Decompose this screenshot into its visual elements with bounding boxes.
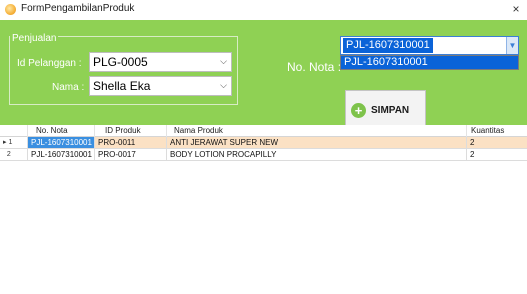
id-pelanggan-label: Id Pelanggan : <box>17 58 82 69</box>
cell-no-nota[interactable]: PJL-1607310001 <box>28 137 95 149</box>
produk-data-grid: No. Nota ID Produk Nama Produk Kuantitas… <box>0 125 527 294</box>
simpan-button[interactable]: + SIMPAN <box>345 90 426 128</box>
cell-id-produk[interactable]: PRO-0017 <box>95 149 167 161</box>
grid-header: No. Nota ID Produk Nama Produk Kuantitas <box>0 125 527 137</box>
column-header-nama-produk[interactable]: Nama Produk <box>167 125 467 137</box>
row-header[interactable]: 2 <box>0 149 28 161</box>
no-nota-selected-value: PJL-1607310001 <box>343 38 433 53</box>
window-title: FormPengambilanProduk <box>21 3 135 14</box>
column-header-kuantitas[interactable]: Kuantitas <box>467 125 527 137</box>
no-nota-option[interactable]: PJL-1607310001 <box>344 56 428 68</box>
cell-nama-produk[interactable]: ANTI JERAWAT SUPER NEW <box>167 137 467 149</box>
nama-label: Nama : <box>52 82 85 93</box>
no-nota-combobox[interactable]: PJL-1607310001 ▼ <box>340 36 519 55</box>
column-header-id-produk[interactable]: ID Produk <box>95 125 167 137</box>
id-pelanggan-value: PLG-0005 <box>93 55 148 69</box>
title-bar: FormPengambilanProduk × <box>0 0 527 20</box>
id-pelanggan-combobox[interactable]: PLG-0005 ⌵ <box>89 52 232 72</box>
simpan-button-label: SIMPAN <box>371 105 410 116</box>
no-nota-label: No. Nota : <box>287 60 342 74</box>
app-icon <box>5 4 16 15</box>
no-nota-dropdown-list: PJL-1607310001 <box>340 55 519 70</box>
penjualan-group-label: Penjualan <box>10 33 59 44</box>
nama-value: Shella Eka <box>93 79 151 93</box>
chevron-down-icon: ⌵ <box>220 80 227 90</box>
grid-corner-header <box>0 125 28 137</box>
cell-no-nota[interactable]: PJL-1607310001 <box>28 149 95 161</box>
cell-kuantitas[interactable]: 2 <box>467 149 527 161</box>
table-row[interactable]: ▸ 1 PJL-1607310001 PRO-0011 ANTI JERAWAT… <box>0 137 527 149</box>
cell-nama-produk[interactable]: BODY LOTION PROCAPILLY <box>167 149 467 161</box>
cell-kuantitas[interactable]: 2 <box>467 137 527 149</box>
column-header-no-nota[interactable]: No. Nota <box>28 125 95 137</box>
cell-id-produk[interactable]: PRO-0011 <box>95 137 167 149</box>
chevron-down-icon: ⌵ <box>220 56 227 66</box>
chevron-down-icon[interactable]: ▼ <box>506 37 518 54</box>
nama-combobox[interactable]: Shella Eka ⌵ <box>89 76 232 96</box>
plus-icon: + <box>351 103 366 118</box>
row-header[interactable]: ▸ 1 <box>0 137 28 149</box>
table-row[interactable]: 2 PJL-1607310001 PRO-0017 BODY LOTION PR… <box>0 149 527 161</box>
close-button[interactable]: × <box>509 1 523 17</box>
